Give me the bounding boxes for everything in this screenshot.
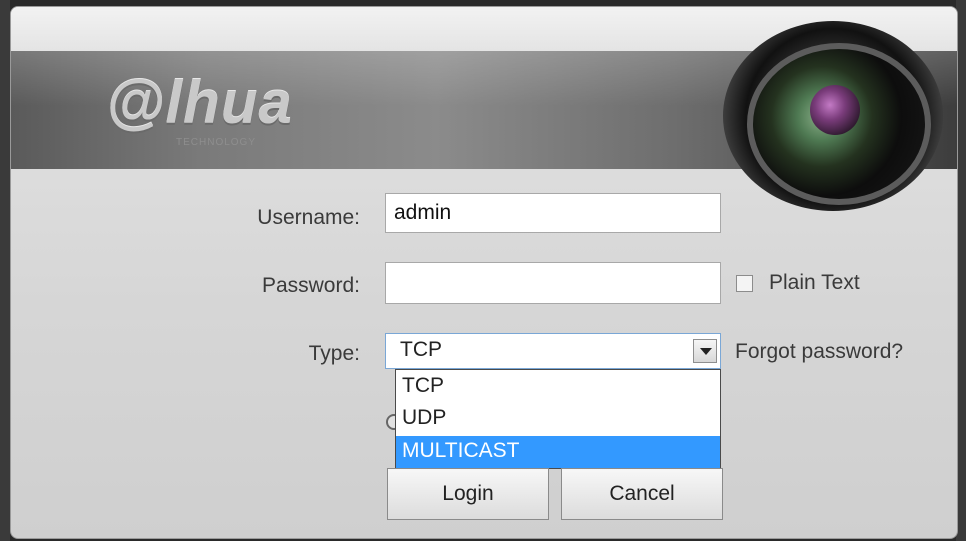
type-option-multicast[interactable]: MULTICAST <box>396 436 720 468</box>
cancel-button[interactable]: Cancel <box>561 468 723 520</box>
type-option-tcp[interactable]: TCP <box>396 371 720 403</box>
brand-logo-subtitle: TECHNOLOGY <box>176 137 257 148</box>
brand-banner: @lhua TECHNOLOGY <box>11 21 957 211</box>
type-select-value: TCP <box>400 338 442 361</box>
brand-logo: @lhua <box>106 69 293 136</box>
forgot-password-link[interactable]: Forgot password? <box>735 340 903 364</box>
type-label: Type: <box>308 342 360 365</box>
plain-text-label: Plain Text <box>769 271 860 294</box>
chevron-down-icon <box>700 348 712 355</box>
login-button[interactable]: Login <box>387 468 549 520</box>
type-option-udp[interactable]: UDP <box>396 403 720 435</box>
type-select[interactable]: TCP <box>385 333 721 369</box>
plain-text-checkbox[interactable] <box>736 275 753 292</box>
username-label: Username: <box>257 206 360 229</box>
background-left <box>0 0 10 541</box>
camera-lens-core <box>810 85 860 135</box>
type-dropdown-list: TCP UDP MULTICAST <box>395 369 721 469</box>
password-input[interactable] <box>385 262 721 304</box>
type-select-toggle[interactable] <box>693 339 717 363</box>
password-label: Password: <box>261 274 360 297</box>
username-input[interactable] <box>385 193 721 233</box>
